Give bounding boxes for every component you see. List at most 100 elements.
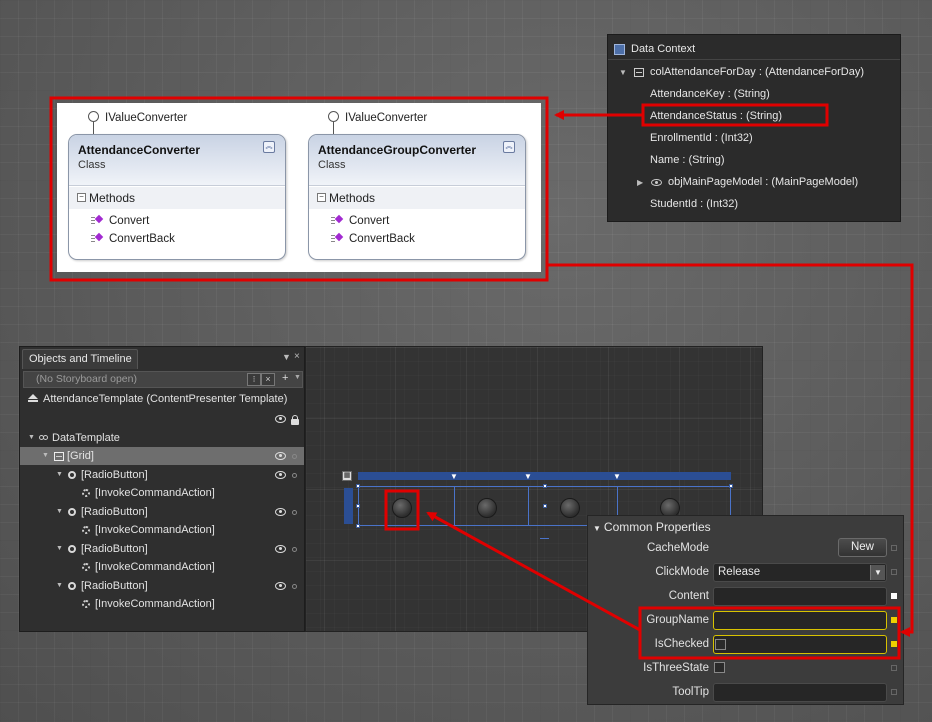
eye-icon[interactable] <box>275 508 286 516</box>
class-box-attendance-group-converter[interactable]: AttendanceGroupConverter Class ︽ − Metho… <box>308 134 526 260</box>
field-attendance-key[interactable]: AttendanceKey : (String) <box>650 84 770 104</box>
collapse-icon[interactable]: ︽ <box>503 141 515 153</box>
chevron-down-icon[interactable]: ▼ <box>870 565 885 580</box>
class-kind: Class <box>78 159 106 171</box>
eye-icon[interactable] <box>275 582 286 590</box>
radio-button-preview[interactable] <box>392 498 412 518</box>
lock-toggle-icon[interactable] <box>292 510 297 515</box>
resize-handle[interactable] <box>356 504 360 508</box>
tree-item-radio-button[interactable]: ▼ [RadioButton] <box>20 577 304 595</box>
expand-arrow-icon[interactable]: ▼ <box>56 466 63 484</box>
tree-item-radio-button[interactable]: ▼ [RadioButton] <box>20 503 304 521</box>
data-binding-icon[interactable] <box>891 641 897 647</box>
method-item[interactable]: ConvertBack <box>331 233 415 245</box>
field-enrollment-id[interactable]: EnrollmentId : (Int32) <box>650 128 753 148</box>
minus-icon[interactable]: − <box>317 193 326 202</box>
collapse-icon[interactable]: ︽ <box>263 141 275 153</box>
tree-item-invoke-command-action[interactable]: [InvokeCommandAction] <box>20 521 304 539</box>
data-context-title: Data Context <box>631 43 696 55</box>
class-box-attendance-converter[interactable]: AttendanceConverter Class ︽ − Methods Co… <box>68 134 286 260</box>
click-mode-value: Release <box>718 566 761 578</box>
column-marker-icon[interactable]: ▼ <box>450 472 458 481</box>
field-student-id[interactable]: StudentId : (Int32) <box>650 194 738 214</box>
prop-click-mode: ClickMode Release ▼ <box>588 562 903 584</box>
advanced-options-icon[interactable] <box>891 569 897 575</box>
lock-toggle-icon[interactable] <box>292 454 297 459</box>
advanced-options-icon[interactable] <box>891 593 897 599</box>
grid-layout-icon[interactable]: ▦ <box>342 471 352 481</box>
field-name[interactable]: Name : (String) <box>650 150 725 170</box>
tree-item-label: [InvokeCommandAction] <box>95 561 215 573</box>
methods-section[interactable]: − Methods <box>309 187 525 209</box>
pin-icon[interactable]: ▼ <box>282 352 291 362</box>
method-item[interactable]: Convert <box>331 215 389 227</box>
close-icon[interactable]: × <box>294 351 300 362</box>
expand-arrow-icon[interactable]: ▼ <box>56 540 63 558</box>
tree-item-radio-button[interactable]: ▼ [RadioButton] <box>20 466 304 484</box>
lock-toggle-icon[interactable] <box>292 473 297 478</box>
lock-toggle-icon[interactable] <box>292 584 297 589</box>
radio-button-preview[interactable] <box>560 498 580 518</box>
advanced-options-icon[interactable] <box>891 545 897 551</box>
common-properties-header[interactable]: ▼ Common Properties <box>593 520 711 534</box>
expand-arrow-icon[interactable]: ▼ <box>619 63 627 83</box>
storyboard-options-icon[interactable]: ⁝ <box>247 373 261 386</box>
template-scope-row[interactable]: AttendanceTemplate (ContentPresenter Tem… <box>20 390 304 408</box>
data-binding-icon[interactable] <box>891 617 897 623</box>
minus-icon[interactable]: − <box>77 193 86 202</box>
is-three-state-checkbox[interactable] <box>714 662 725 673</box>
expand-arrow-icon[interactable]: ▶ <box>637 173 643 193</box>
advanced-options-icon[interactable] <box>891 689 897 695</box>
tree-item-invoke-command-action[interactable]: [InvokeCommandAction] <box>20 595 304 613</box>
content-input[interactable] <box>713 587 887 606</box>
grid-column-ruler[interactable] <box>358 472 731 480</box>
field-attendance-status[interactable]: AttendanceStatus : (String) <box>650 106 782 126</box>
column-marker-icon[interactable]: ▼ <box>524 472 532 481</box>
expand-arrow-icon[interactable]: ▼ <box>28 429 35 447</box>
eye-icon[interactable] <box>275 415 286 423</box>
radio-button-preview[interactable] <box>477 498 497 518</box>
new-cache-mode-button[interactable]: New <box>838 538 887 557</box>
add-storyboard-icon[interactable]: + <box>282 372 288 384</box>
method-item[interactable]: Convert <box>91 215 149 227</box>
expand-arrow-icon[interactable]: ▼ <box>42 447 49 465</box>
tree-item-data-template[interactable]: ▼ DataTemplate <box>20 429 304 447</box>
methods-section[interactable]: − Methods <box>69 187 285 209</box>
tooltip-input[interactable] <box>713 683 887 702</box>
group-name-input[interactable] <box>713 611 887 630</box>
lock-icon[interactable] <box>291 415 299 425</box>
collapse-arrow-icon[interactable]: ▼ <box>593 524 601 533</box>
scope-up-icon[interactable] <box>28 394 38 402</box>
is-checked-field[interactable] <box>713 635 887 654</box>
chevron-down-icon[interactable]: ▼ <box>294 374 301 381</box>
tree-item-invoke-command-action[interactable]: [InvokeCommandAction] <box>20 484 304 502</box>
grid-row-ruler[interactable] <box>344 488 353 524</box>
lock-toggle-icon[interactable] <box>292 547 297 552</box>
storyboard-picker[interactable]: (No Storyboard open) ⁝ × + ▼ <box>23 371 303 388</box>
method-icon <box>91 234 103 243</box>
method-item[interactable]: ConvertBack <box>91 233 175 245</box>
section-title: Common Properties <box>603 520 711 534</box>
tab-objects-and-timeline[interactable]: Objects and Timeline <box>22 349 138 369</box>
advanced-options-icon[interactable] <box>891 665 897 671</box>
behavior-gear-icon <box>82 563 90 571</box>
resize-handle[interactable] <box>356 524 360 528</box>
tree-item-radio-button[interactable]: ▼ [RadioButton] <box>20 540 304 558</box>
eye-icon[interactable] <box>275 452 286 460</box>
eye-icon[interactable] <box>275 545 286 553</box>
eye-icon[interactable] <box>275 471 286 479</box>
expand-arrow-icon[interactable]: ▼ <box>56 503 63 521</box>
tree-item-grid[interactable]: ▼ [Grid] <box>20 447 304 465</box>
is-checked-checkbox[interactable] <box>715 639 726 650</box>
resize-handle[interactable] <box>543 484 547 488</box>
resize-handle[interactable] <box>729 484 733 488</box>
click-mode-select[interactable]: Release ▼ <box>713 563 887 582</box>
tree-item-invoke-command-action[interactable]: [InvokeCommandAction] <box>20 558 304 576</box>
column-marker-icon[interactable]: ▼ <box>613 472 621 481</box>
interface-label: IValueConverter <box>105 112 188 124</box>
close-storyboard-icon[interactable]: × <box>261 373 275 386</box>
resize-handle[interactable] <box>543 504 547 508</box>
expand-arrow-icon[interactable]: ▼ <box>56 577 63 595</box>
resize-handle[interactable] <box>356 484 360 488</box>
prop-cache-mode: CacheMode New <box>588 538 903 560</box>
